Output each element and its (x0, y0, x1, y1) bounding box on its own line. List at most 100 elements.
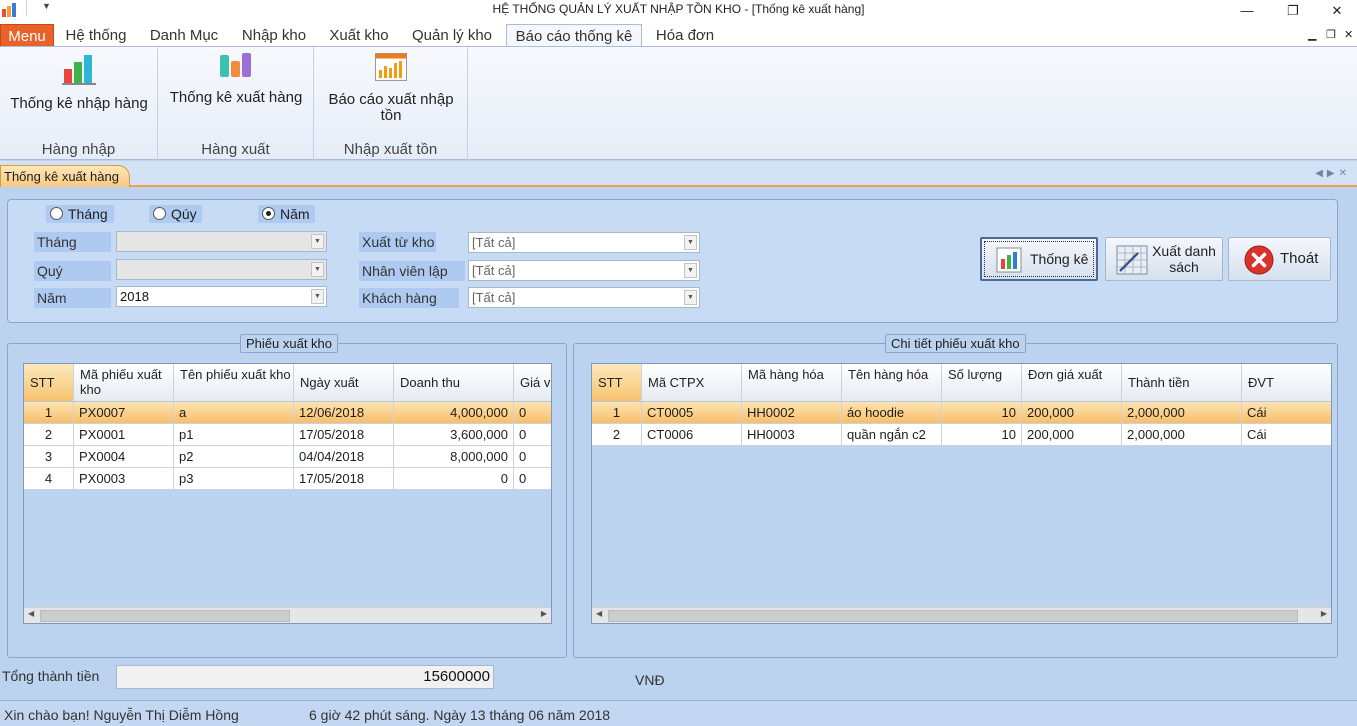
export-list-icon (1116, 245, 1148, 275)
employee-label: Nhân viên lập (359, 261, 465, 281)
scrollbar-thumb[interactable] (40, 610, 290, 622)
col-header-ngay-xuat[interactable]: Ngày xuất (294, 364, 394, 402)
cell-ten-phieu: p3 (174, 468, 294, 490)
radio-quarter[interactable]: Qúy (149, 205, 202, 223)
customer-select[interactable]: [Tất cả] ▼ (468, 287, 700, 308)
stats-button[interactable]: Thống kê (980, 237, 1098, 281)
mdi-close-icon[interactable]: ✕ (1344, 28, 1353, 41)
inventory-report-button[interactable]: Báo cáo xuất nhập tồn (318, 53, 464, 124)
col-header-ma-hang[interactable]: Mã hàng hóa (742, 364, 842, 402)
col-header-ten-hang[interactable]: Tên hàng hóa (842, 364, 942, 402)
tab-hoa-don[interactable]: Hóa đơn (648, 24, 722, 47)
radio-dot-icon (50, 207, 63, 220)
tab-bao-cao-thong-ke[interactable]: Báo cáo thống kê (506, 24, 642, 47)
invoices-grid[interactable]: STT Mã phiếu xuất kho Tên phiếu xuất kho… (23, 363, 552, 624)
cell-stt: 2 (592, 424, 642, 446)
radio-label: Qúy (171, 206, 197, 222)
details-grid[interactable]: STT Mã CTPX Mã hàng hóa Tên hàng hóa Số … (591, 363, 1332, 624)
exit-button[interactable]: Thoát (1228, 237, 1331, 281)
cell-ten-hang: quần ngắn c2 (842, 424, 942, 446)
cell-ngay-xuat: 04/04/2018 (294, 446, 394, 468)
import-stats-button[interactable]: Thống kê nhập hàng (6, 53, 152, 112)
exit-button-label: Thoát (1280, 250, 1319, 267)
col-header-ma-phieu[interactable]: Mã phiếu xuất kho (74, 364, 174, 402)
cell-stt: 1 (24, 402, 74, 424)
year-label: Năm (34, 288, 111, 308)
cell-ma-ctpx: CT0005 (642, 402, 742, 424)
mdi-restore-icon[interactable]: ❐ (1326, 28, 1336, 41)
tab-danh-muc[interactable]: Danh Mục (142, 24, 226, 47)
document-tab[interactable]: Thống kê xuất hàng (0, 165, 130, 187)
warehouse-select[interactable]: [Tất cả] ▼ (468, 232, 700, 253)
mdi-minimize-icon[interactable]: ▁ (1308, 28, 1316, 41)
col-header-thanh-tien[interactable]: Thành tiền (1122, 364, 1242, 402)
col-header-so-luong[interactable]: Số lượng (942, 364, 1022, 402)
bar-chart-icon (220, 53, 251, 77)
col-header-stt[interactable]: STT (592, 364, 642, 402)
ribbon-group-label: Hàng xuất (201, 141, 270, 158)
customer-value: [Tất cả] (472, 290, 516, 305)
tab-quan-ly-kho[interactable]: Quản lý kho (404, 24, 500, 47)
total-value-field[interactable]: 15600000 (116, 665, 494, 689)
report-chart-icon (375, 53, 407, 81)
tab-nhap-kho[interactable]: Nhập kho (234, 24, 314, 47)
warehouse-value: [Tất cả] (472, 235, 516, 250)
cell-doanh-thu: 3,600,000 (394, 424, 514, 446)
col-header-ma-ctpx[interactable]: Mã CTPX (642, 364, 742, 402)
tab-menu[interactable]: Menu (0, 24, 54, 47)
cell-gia-von: 0 (514, 424, 551, 446)
details-title: Chi tiết phiếu xuất kho (885, 334, 1026, 353)
dropdown-arrow-icon[interactable]: ▼ (311, 262, 324, 277)
col-header-don-gia[interactable]: Đơn giá xuất (1022, 364, 1122, 402)
quarter-select[interactable]: ▼ (116, 259, 327, 280)
quarter-label: Quý (34, 261, 111, 281)
dropdown-arrow-icon[interactable]: ▼ (684, 263, 697, 278)
horizontal-scrollbar[interactable]: ◀ ▶ (592, 607, 1331, 623)
cell-dvt: Cái (1242, 402, 1331, 424)
cell-so-luong: 10 (942, 402, 1022, 424)
export-stats-button[interactable]: Thống kê xuất hàng (164, 51, 308, 106)
filter-panel: Tháng Qúy Năm Tháng ▼ Quý ▼ Năm 2018 ▼ Xu… (7, 199, 1338, 323)
scroll-right-icon[interactable]: ▶ (541, 609, 547, 618)
scroll-left-icon[interactable]: ◀ (28, 609, 34, 618)
cell-stt: 3 (24, 446, 74, 468)
status-greeting: Xin chào bạn! Nguyễn Thị Diễm Hồng (4, 707, 239, 723)
radio-label: Tháng (68, 206, 108, 222)
col-header-gia-von[interactable]: Giá v (514, 364, 551, 402)
cell-ma-ctpx: CT0006 (642, 424, 742, 446)
dropdown-arrow-icon[interactable]: ▼ (311, 289, 324, 304)
dropdown-arrow-icon[interactable]: ▼ (311, 234, 324, 249)
cell-don-gia: 200,000 (1022, 424, 1122, 446)
employee-select[interactable]: [Tất cả] ▼ (468, 260, 700, 281)
scroll-right-icon[interactable]: ▶ (1321, 609, 1327, 618)
month-select[interactable]: ▼ (116, 231, 327, 252)
employee-value: [Tất cả] (472, 263, 516, 278)
year-select[interactable]: 2018 ▼ (116, 286, 327, 307)
minimize-button[interactable]: — (1236, 3, 1258, 19)
close-button[interactable]: ✕ (1326, 3, 1348, 19)
export-list-label-line1: Xuất danh (1152, 243, 1216, 259)
chart-icon (996, 247, 1022, 273)
col-header-stt[interactable]: STT (24, 364, 74, 402)
horizontal-scrollbar[interactable]: ◀ ▶ (24, 607, 551, 623)
details-groupbox: Chi tiết phiếu xuất kho STT Mã CTPX Mã h… (573, 334, 1338, 658)
col-header-doanh-thu[interactable]: Doanh thu (394, 364, 514, 402)
tab-xuat-kho[interactable]: Xuất kho (322, 24, 396, 47)
maximize-button[interactable]: ❐ (1282, 3, 1304, 19)
status-bar: Xin chào bạn! Nguyễn Thị Diễm Hồng 6 giờ… (0, 700, 1357, 726)
dropdown-arrow-icon[interactable]: ▼ (684, 290, 697, 305)
col-header-dvt[interactable]: ĐVT (1242, 364, 1331, 402)
tab-he-thong[interactable]: Hệ thống (58, 24, 134, 47)
radio-month[interactable]: Tháng (46, 205, 114, 223)
cell-ngay-xuat: 17/05/2018 (294, 468, 394, 490)
radio-year[interactable]: Năm (258, 205, 315, 223)
window-title: HỆ THỐNG QUẢN LÝ XUẤT NHẬP TỒN KHO - [Th… (492, 2, 865, 16)
scrollbar-thumb[interactable] (608, 610, 1298, 622)
export-list-button[interactable]: Xuất danh sách (1105, 237, 1223, 281)
scroll-left-icon[interactable]: ◀ (596, 609, 602, 618)
dropdown-arrow-icon[interactable]: ▼ (684, 235, 697, 250)
warehouse-label: Xuất từ kho (359, 232, 436, 252)
cell-ngay-xuat: 17/05/2018 (294, 424, 394, 446)
col-header-ten-phieu[interactable]: Tên phiếu xuất kho (174, 364, 294, 402)
tab-nav-icons[interactable]: ◀▶✕ (1315, 168, 1351, 179)
